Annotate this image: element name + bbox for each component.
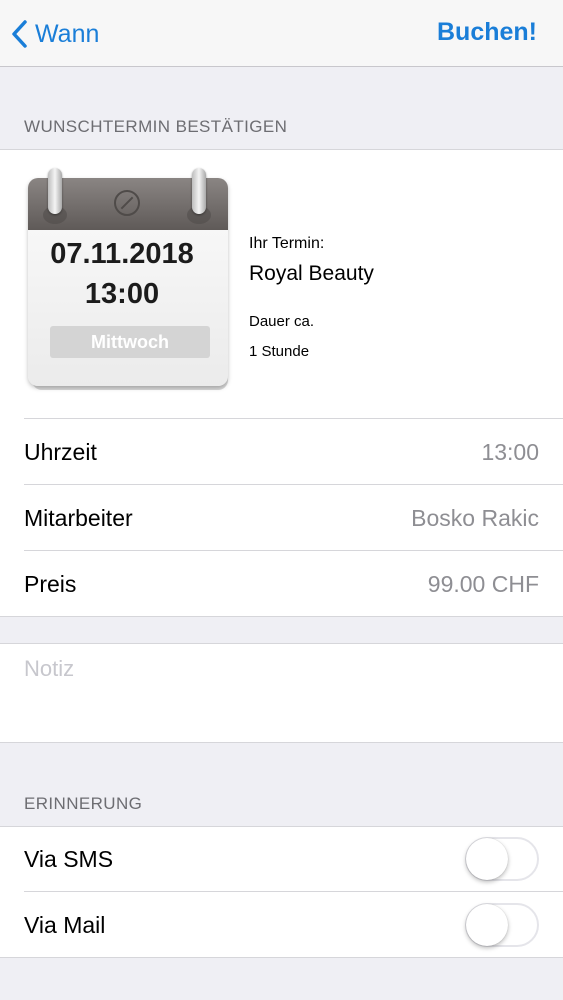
reminder-mail-label: Via Mail [24,912,106,938]
back-button-label: Wann [35,19,100,48]
back-button[interactable]: Wann [10,14,99,54]
reminder-mail-row: Via Mail [0,892,563,958]
duration-label: Dauer ca. [249,313,315,330]
duration-value: 1 Stunde [249,343,310,360]
row-price: Preis 99.00 CHF [0,551,563,617]
row-price-value: 99.00 CHF [427,571,539,597]
reminder-section-header: ERINNERUNG [24,794,143,813]
sms-toggle[interactable] [465,837,539,881]
toggle-knob [466,838,508,880]
row-employee-label: Mitarbeiter [24,505,133,531]
appointment-label: Ihr Termin: [249,235,325,252]
row-time-label: Uhrzeit [24,439,97,465]
row-employee: Mitarbeiter Bosko Rakic [0,485,563,551]
mail-toggle[interactable] [465,903,539,947]
note-placeholder: Notiz [24,656,75,681]
calendar-weekday: Mittwoch [50,326,210,358]
row-employee-value: Bosko Rakic [411,505,539,531]
chevron-left-icon [10,19,28,49]
toggle-knob [466,904,508,946]
calendar-date: 07.11.2018 [50,238,194,270]
calendar-icon: 07.11.2018 13:00 Mittwoch [28,168,228,392]
reminder-sms-label: Via SMS [24,846,114,872]
row-time: Uhrzeit 13:00 [0,419,563,485]
row-time-value: 13:00 [481,439,539,465]
appointment-name: Royal Beauty [249,262,374,285]
note-field[interactable] [0,643,563,743]
reminder-sms-row: Via SMS [0,826,563,892]
navigation-bar: Wann Buchen! [0,0,563,67]
row-price-label: Preis [24,571,77,597]
calendar-time: 13:00 [84,278,160,310]
confirm-section-header: WUNSCHTERMIN BESTÄTIGEN [24,117,288,136]
book-button[interactable]: Buchen! [437,18,537,47]
